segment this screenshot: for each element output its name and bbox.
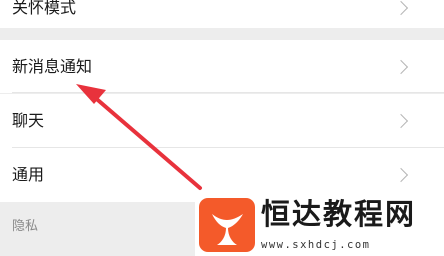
watermark-name: 恒达教程网	[261, 197, 417, 231]
settings-item-label: 新消息通知	[12, 56, 93, 76]
settings-item-chat[interactable]: 聊天	[0, 94, 444, 148]
settings-item-label: 聊天	[12, 111, 45, 130]
section-label: 隐私	[12, 219, 39, 234]
whale-tail-logo-icon	[199, 198, 255, 252]
settings-item-label: 关怀模式	[12, 0, 77, 17]
watermark: 恒达教程网 www.sxhdcj.com	[195, 194, 444, 256]
chevron-right-icon	[393, 167, 409, 183]
settings-item-label: 通用	[12, 165, 45, 184]
settings-item-new-message-notifications[interactable]: 新消息通知	[0, 40, 444, 93]
divider	[12, 92, 444, 93]
chevron-right-icon	[393, 0, 409, 16]
watermark-url: www.sxhdcj.com	[261, 239, 371, 251]
chevron-right-icon	[393, 59, 409, 74]
settings-item-care-mode[interactable]: 关怀模式	[0, 0, 444, 28]
chevron-right-icon	[393, 113, 409, 129]
